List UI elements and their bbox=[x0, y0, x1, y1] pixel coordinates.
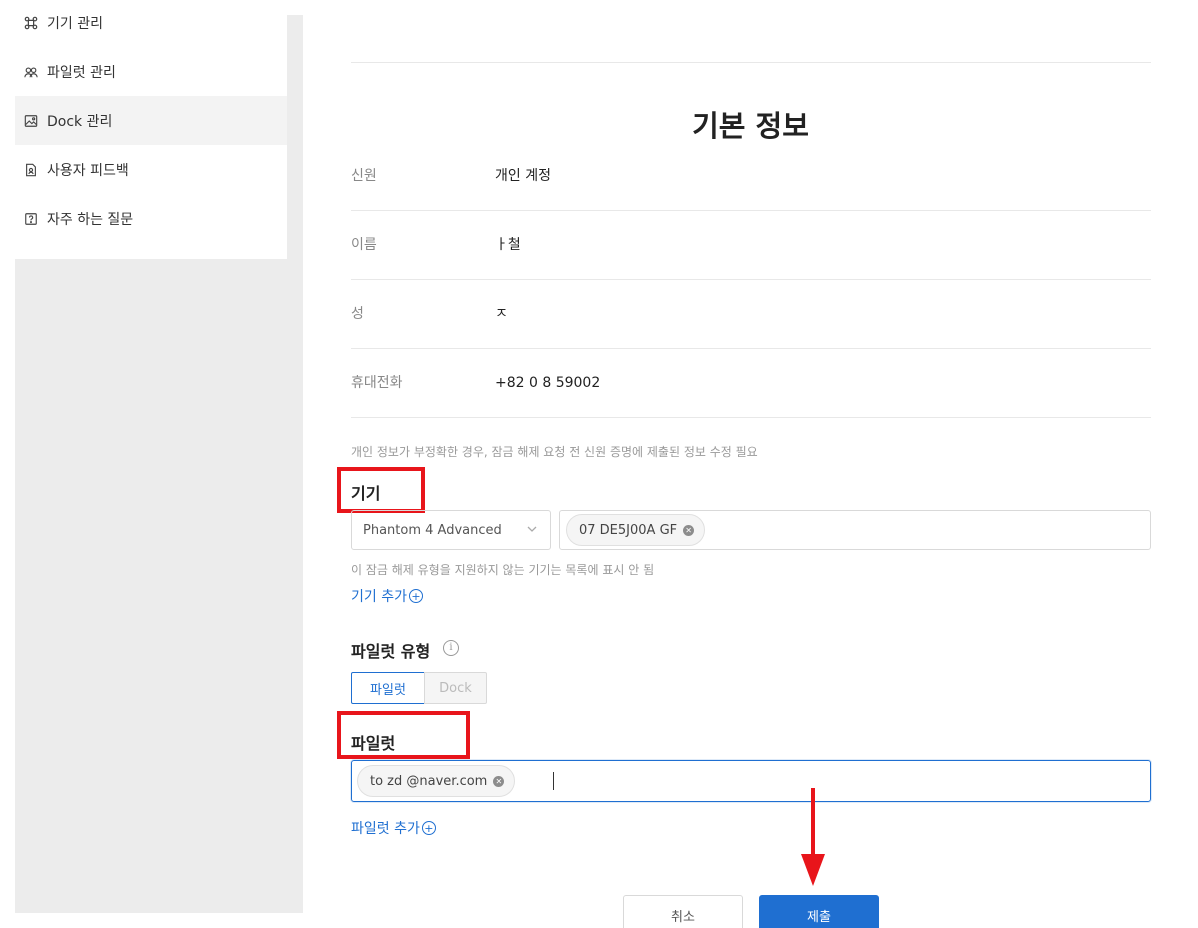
sidebar-item-label: 파일럿 관리 bbox=[47, 64, 116, 81]
sidebar-item-device-management[interactable]: 기기 관리 bbox=[15, 0, 287, 47]
sidebar-item-dock-management[interactable]: Dock 관리 bbox=[15, 96, 287, 145]
pilot-section-title: 파일럿 bbox=[351, 734, 396, 753]
sidebar: 기기 관리 파일럿 관리 Dock 관리 사용자 피드백 자주 하는 질문 bbox=[15, 0, 287, 259]
info-value: ㅏ철 bbox=[495, 237, 521, 253]
add-device-link[interactable]: 기기 추가 + bbox=[351, 586, 423, 606]
text-cursor bbox=[553, 772, 554, 790]
pilot-email-label: to zd @naver.com bbox=[370, 773, 488, 789]
pilot-type-option-dock[interactable]: Dock bbox=[424, 672, 487, 704]
device-model-select[interactable]: Phantom 4 Advanced bbox=[351, 510, 551, 550]
top-divider bbox=[351, 62, 1151, 63]
add-device-label: 기기 추가 bbox=[351, 589, 407, 605]
device-support-hint: 이 잠금 해제 유형을 지원하지 않는 기기는 목록에 표시 안 됨 bbox=[351, 563, 655, 577]
info-label: 신원 bbox=[351, 168, 377, 184]
pilot-type-title: 파일럿 유형 bbox=[351, 642, 431, 661]
serial-tag: 07 DE5J00A GF ✕ bbox=[566, 514, 706, 546]
add-pilot-label: 파일럿 추가 bbox=[351, 821, 420, 837]
add-pilot-link[interactable]: 파일럿 추가 + bbox=[351, 818, 436, 838]
info-label: 휴대전화 bbox=[351, 375, 403, 391]
sidebar-item-label: 자주 하는 질문 bbox=[47, 211, 134, 228]
pilot-group-icon bbox=[23, 64, 39, 80]
serial-tag-label: 07 DE5J00A GF bbox=[579, 522, 678, 538]
plus-circle-icon: + bbox=[408, 589, 423, 603]
sidebar-item-label: Dock 관리 bbox=[47, 113, 113, 130]
sidebar-item-label: 사용자 피드백 bbox=[47, 162, 129, 179]
pilot-email-tag: to zd @naver.com ✕ bbox=[357, 765, 516, 797]
device-serial-input[interactable]: 07 DE5J00A GF ✕ bbox=[559, 510, 1151, 550]
pilot-email-input[interactable]: to zd @naver.com ✕ bbox=[351, 760, 1151, 802]
info-value: +82 0 8 59002 bbox=[495, 375, 601, 391]
info-row-identity: 신원 개인 계정 bbox=[351, 142, 1151, 211]
command-icon bbox=[23, 15, 39, 31]
chevron-down-icon bbox=[526, 523, 538, 539]
info-icon[interactable]: i bbox=[443, 640, 459, 656]
page-title: 기본 정보 bbox=[692, 109, 809, 143]
feedback-doc-icon bbox=[23, 162, 39, 178]
close-icon[interactable]: ✕ bbox=[683, 524, 695, 536]
question-icon bbox=[23, 211, 39, 227]
sidebar-item-pilot-management[interactable]: 파일럿 관리 bbox=[15, 47, 287, 96]
info-row-phone: 휴대전화 +82 0 8 59002 bbox=[351, 349, 1151, 418]
sidebar-item-user-feedback[interactable]: 사용자 피드백 bbox=[15, 145, 287, 194]
device-section-title: 기기 bbox=[351, 484, 381, 503]
sidebar-item-faq[interactable]: 자주 하는 질문 bbox=[15, 194, 287, 243]
device-model-value: Phantom 4 Advanced bbox=[363, 522, 502, 538]
info-label: 성 bbox=[351, 306, 364, 322]
plus-circle-icon: + bbox=[421, 821, 436, 835]
info-row-first-name: 이름 ㅏ철 bbox=[351, 211, 1151, 280]
info-value: 개인 계정 bbox=[495, 168, 551, 184]
sidebar-item-label: 기기 관리 bbox=[47, 15, 103, 32]
image-icon bbox=[23, 113, 39, 129]
info-row-last-name: 성 ㅈ bbox=[351, 280, 1151, 349]
pilot-type-option-pilot[interactable]: 파일럿 bbox=[351, 672, 425, 704]
info-label: 이름 bbox=[351, 237, 377, 253]
submit-button[interactable]: 제출 bbox=[759, 895, 879, 928]
annotation-arrow-down bbox=[801, 788, 825, 886]
cancel-button[interactable]: 취소 bbox=[623, 895, 743, 928]
close-icon[interactable]: ✕ bbox=[493, 775, 505, 787]
info-value: ㅈ bbox=[495, 306, 508, 322]
info-accuracy-hint: 개인 정보가 부정확한 경우, 잠금 해제 요청 전 신원 증명에 제출된 정보… bbox=[351, 445, 758, 459]
main-content: 기본 정보 신원 개인 계정 이름 ㅏ철 성 ㅈ 휴대전화 +82 0 8 59… bbox=[303, 0, 1198, 928]
